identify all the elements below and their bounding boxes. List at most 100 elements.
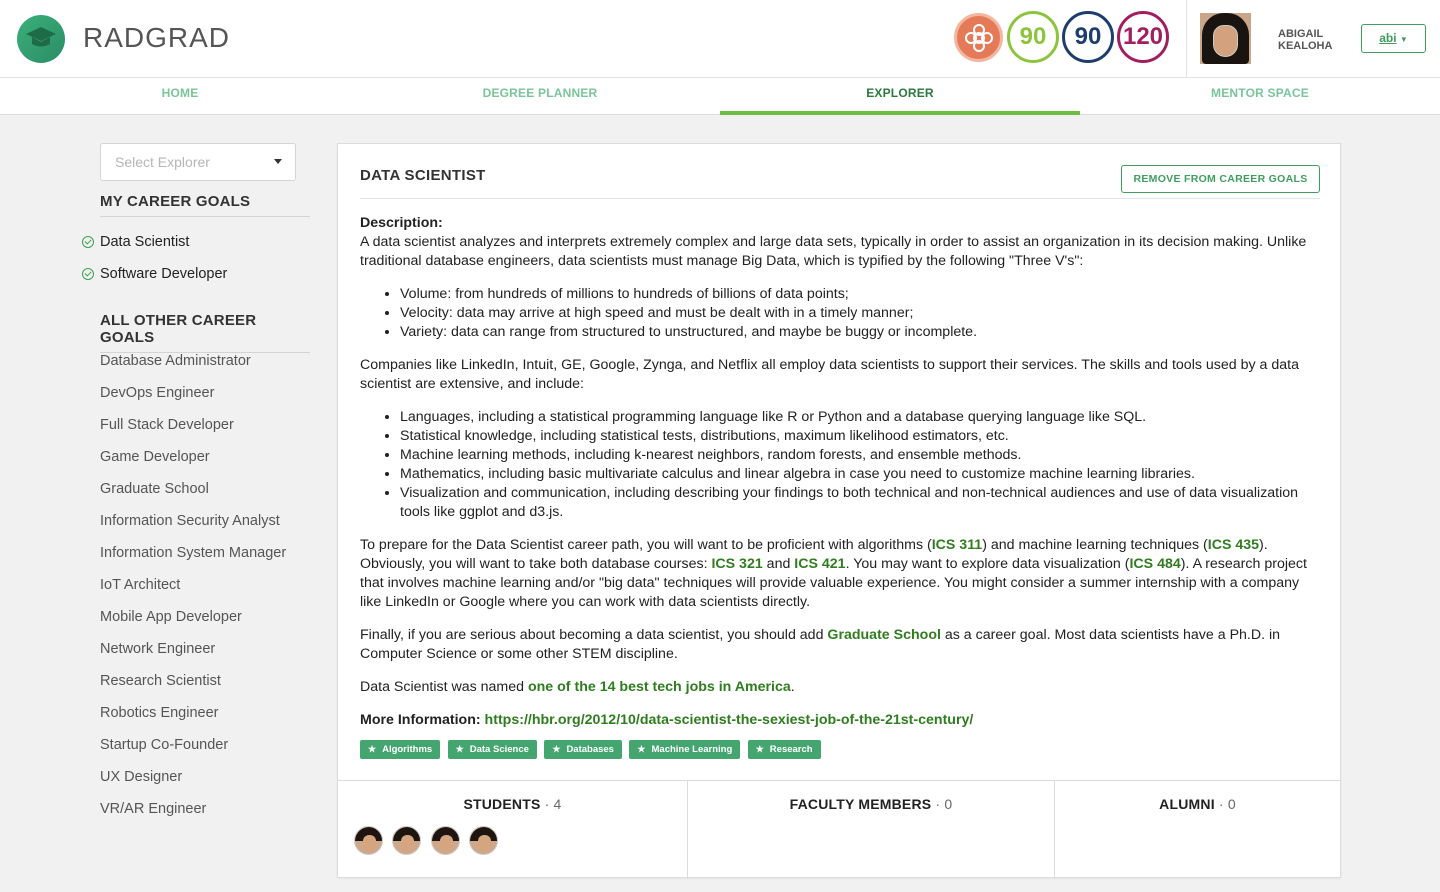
user-avatar[interactable] (1200, 13, 1251, 64)
alumni-label: ALUMNI (1159, 796, 1215, 812)
list-item: Visualization and communication, includi… (400, 484, 1322, 522)
career-goal-item[interactable]: Database Administrator (82, 351, 286, 383)
career-goal-item[interactable]: Data Scientist (82, 232, 227, 264)
best-tech-jobs-link[interactable]: one of the 14 best tech jobs in America (528, 679, 791, 695)
header-divider (1186, 0, 1187, 77)
students-label: STUDENTS (463, 796, 541, 812)
graduate-school-link[interactable]: Graduate School (827, 627, 941, 643)
career-goal-item[interactable]: Graduate School (82, 479, 286, 511)
interest-tag[interactable]: ★ Research (747, 740, 821, 759)
students-heading: STUDENTS · 4 (338, 796, 687, 812)
tag-label: Research (769, 744, 813, 755)
title-divider (360, 198, 1320, 199)
career-goal-item[interactable]: UX Designer (82, 767, 286, 799)
tab-degree-planner[interactable]: DEGREE PLANNER (360, 78, 720, 115)
user-name: ABIGAIL KEALOHA (1278, 28, 1333, 52)
students-count: · 4 (544, 796, 562, 812)
tab-mentor-space[interactable]: MENTOR SPACE (1080, 78, 1440, 115)
check-circle-icon (82, 268, 94, 280)
text-span: . You may want to explore data visualiza… (845, 556, 1130, 572)
star-icon: ★ (755, 744, 764, 754)
career-goal-item[interactable]: IoT Architect (82, 575, 286, 607)
career-goal-item[interactable]: Information Security Analyst (82, 511, 286, 543)
select-explorer-placeholder: Select Explorer (115, 154, 210, 170)
avatar[interactable] (469, 826, 499, 855)
text-span: To prepare for the Data Scientist career… (360, 537, 932, 553)
career-goal-item[interactable]: Information System Manager (82, 543, 286, 575)
radgrad-logo[interactable] (17, 15, 65, 63)
text-span: and (762, 556, 795, 572)
career-goal-item[interactable]: Robotics Engineer (82, 703, 286, 735)
career-goal-item[interactable]: Mobile App Developer (82, 607, 286, 639)
competency-points[interactable]: 90 (1062, 11, 1114, 63)
select-explorer-dropdown[interactable]: Select Explorer (100, 143, 296, 181)
career-goal-item[interactable]: Game Developer (82, 447, 286, 479)
career-goal-item[interactable]: VR/AR Engineer (82, 799, 286, 831)
tag-label: Data Science (469, 744, 529, 755)
description-label: Description: (360, 215, 443, 231)
description-paragraph: Data Scientist was named one of the 14 b… (360, 678, 1322, 697)
career-goal-item[interactable]: Software Developer (82, 264, 227, 296)
faculty-column: FACULTY MEMBERS · 0 (688, 781, 1055, 879)
career-goal-item[interactable]: Startup Co-Founder (82, 735, 286, 767)
caret-down-icon (274, 159, 282, 164)
interest-tag[interactable]: ★ Algorithms (360, 740, 441, 759)
main-nav: HOME DEGREE PLANNER EXPLORER MENTOR SPAC… (0, 78, 1440, 115)
list-item: Machine learning methods, including k-ne… (400, 446, 1322, 465)
tab-explorer[interactable]: EXPLORER (720, 78, 1080, 115)
star-icon: ★ (368, 744, 377, 754)
career-goal-item[interactable]: Full Stack Developer (82, 415, 286, 447)
remove-from-career-goals-button[interactable]: REMOVE FROM CAREER GOALS (1121, 165, 1320, 193)
experience-points[interactable]: 120 (1117, 11, 1169, 63)
avatar[interactable] (392, 826, 422, 855)
skills-list: Languages, including a statistical progr… (400, 408, 1322, 522)
course-link-ics-321[interactable]: ICS 321 (711, 556, 762, 572)
career-goal-item[interactable]: Research Scientist (82, 671, 286, 703)
career-goal-item[interactable]: DevOps Engineer (82, 383, 286, 415)
avatar[interactable] (430, 826, 460, 855)
innovation-points[interactable]: 90 (1007, 11, 1059, 63)
alumni-count: · 0 (1218, 796, 1236, 812)
description-section: Description: A data scientist analyzes a… (360, 214, 1322, 730)
avatar[interactable] (354, 826, 383, 855)
star-icon: ★ (637, 744, 646, 754)
tag-label: Machine Learning (651, 744, 733, 755)
user-menu-button[interactable]: abi ▼ (1361, 24, 1426, 53)
student-avatars (354, 826, 503, 860)
list-item: Velocity: data may arrive at high speed … (400, 304, 1322, 323)
description-paragraph: To prepare for the Data Scientist career… (360, 536, 1322, 612)
text-span: Data Scientist was named (360, 679, 528, 695)
list-item: Mathematics, including basic multivariat… (400, 465, 1322, 484)
course-link-ics-421[interactable]: ICS 421 (794, 556, 845, 572)
faculty-label: FACULTY MEMBERS (789, 796, 932, 812)
my-career-goals-list: Data Scientist Software Developer (82, 232, 227, 296)
page-title: DATA SCIENTIST (360, 167, 486, 184)
interest-tag[interactable]: ★ Data Science (447, 740, 537, 759)
interest-tag[interactable]: ★ Databases (544, 740, 622, 759)
my-career-goals-heading: MY CAREER GOALS (100, 193, 310, 217)
star-icon: ★ (455, 744, 464, 754)
more-information: More Information: https://hbr.org/2012/1… (360, 711, 1322, 730)
text-span: Finally, if you are serious about becomi… (360, 627, 828, 643)
course-link-ics-311[interactable]: ICS 311 (932, 537, 982, 553)
faculty-heading: FACULTY MEMBERS · 0 (688, 796, 1054, 812)
text-span: . (790, 679, 795, 695)
level-badge-icon[interactable] (954, 13, 1003, 62)
interest-tag[interactable]: ★ Machine Learning (629, 740, 741, 759)
brand-name[interactable]: RADGRAD (83, 22, 230, 54)
career-goal-item[interactable]: Network Engineer (82, 639, 286, 671)
list-item: Languages, including a statistical progr… (400, 408, 1322, 427)
three-vs-list: Volume: from hundreds of millions to hun… (400, 285, 1322, 342)
course-link-ics-484[interactable]: ICS 484 (1129, 556, 1180, 572)
list-item: Statistical knowledge, including statist… (400, 427, 1322, 446)
course-link-ics-435[interactable]: ICS 435 (1208, 537, 1259, 553)
more-info-link[interactable]: https://hbr.org/2012/10/data-scientist-t… (485, 712, 974, 728)
top-header: RADGRAD 90 90 120 ABIGAIL KEALOHA abi ▼ (0, 0, 1440, 78)
star-icon: ★ (552, 744, 561, 754)
description-paragraph: Finally, if you are serious about becomi… (360, 626, 1322, 664)
tab-home[interactable]: HOME (0, 78, 360, 115)
graduation-cap-icon (26, 27, 56, 47)
list-item: Variety: data can range from structured … (400, 323, 1322, 342)
description-paragraph: A data scientist analyzes and interprets… (360, 234, 1307, 269)
students-column: STUDENTS · 4 (338, 781, 688, 879)
